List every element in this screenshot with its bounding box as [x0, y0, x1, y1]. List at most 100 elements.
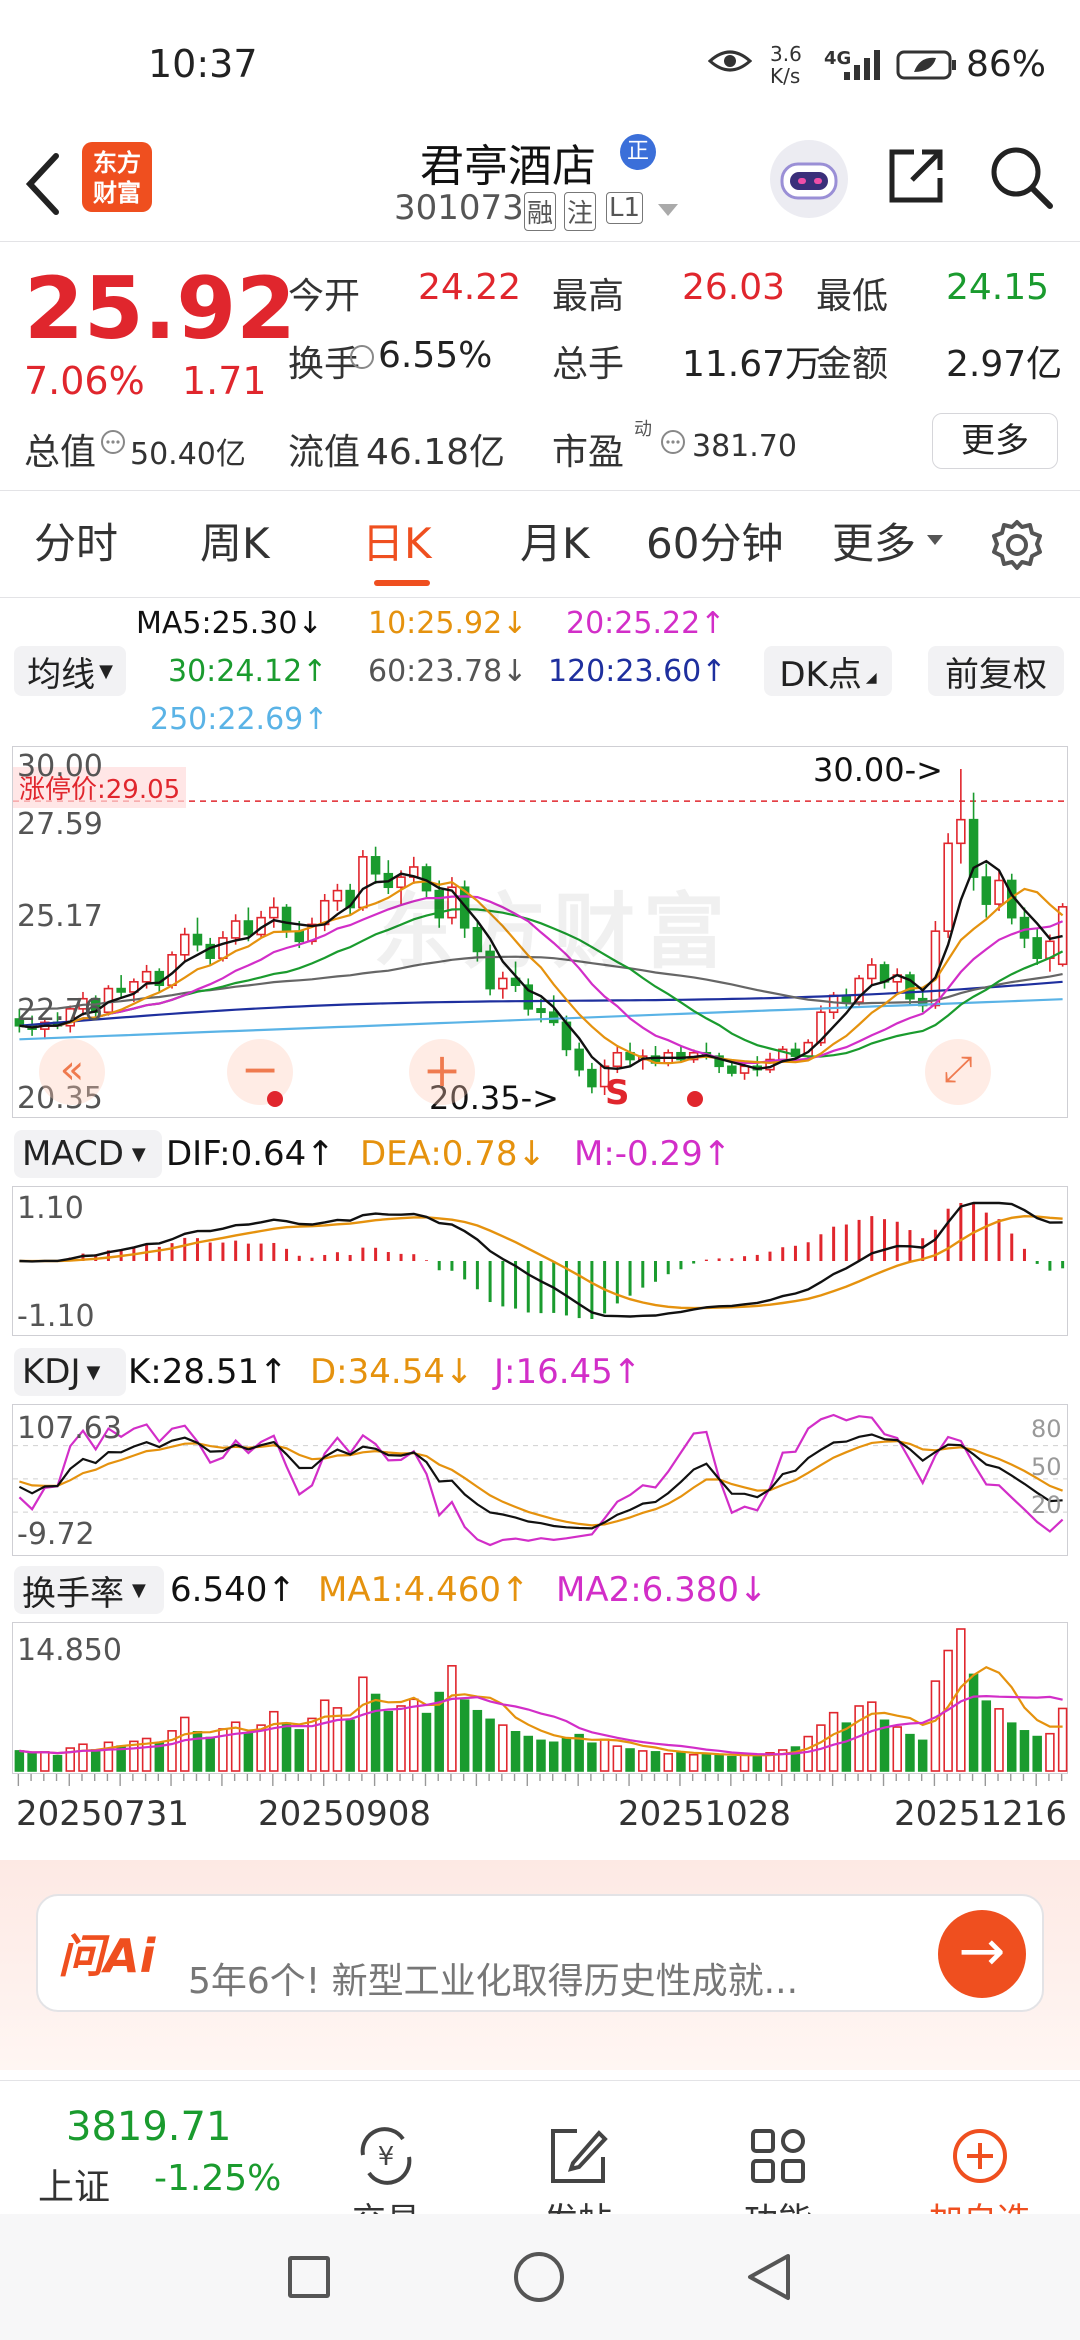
- gear-icon[interactable]: [990, 518, 1044, 572]
- quote-field-label: 金额: [816, 344, 889, 385]
- quote-field-value: 11.67万: [682, 344, 822, 385]
- ai-brand: 问Ai: [58, 1929, 156, 1983]
- candle-body: [230, 920, 241, 939]
- turnover-bar: [752, 1754, 763, 1772]
- info-icon[interactable]: [100, 429, 126, 455]
- candle-body: [358, 856, 368, 909]
- turnover-bar: [701, 1752, 712, 1772]
- ai-headline: 5年6个! 新型工业化取得历史性成就...: [188, 1961, 799, 2002]
- kdj-level-50: 50: [1031, 1453, 1062, 1481]
- eye-icon: [708, 50, 752, 72]
- back-arrow-icon[interactable]: [22, 152, 62, 216]
- turnover-bar: [1032, 1735, 1042, 1772]
- high-marker: 30.00->: [813, 751, 943, 789]
- turnover-bar: [536, 1739, 546, 1772]
- ai-section: 问Ai 5年6个! 新型工业化取得历史性成就... →: [0, 1860, 1080, 2070]
- index-value[interactable]: 3819.71: [66, 2104, 231, 2150]
- quote-field-value: 26.03: [682, 267, 786, 308]
- home-button[interactable]: [514, 2252, 564, 2302]
- turnover-bar: [510, 1730, 521, 1772]
- recent-apps-button[interactable]: [288, 2256, 330, 2298]
- corner-triangle-icon: ◢: [865, 670, 877, 686]
- dk-button[interactable]: DK点 ◢: [764, 646, 892, 696]
- turnover-bar: [676, 1752, 686, 1772]
- candle-body: [141, 970, 152, 983]
- tab-more[interactable]: 更多: [832, 510, 916, 571]
- tab-daily-k[interactable]: 日K: [362, 510, 432, 571]
- y-tick: 22.76: [17, 993, 103, 1028]
- turnover-bar: [650, 1751, 661, 1772]
- ma250-label: 250:22.69↑: [150, 702, 329, 737]
- kline-panel[interactable]: 东方财富 涨停价:29.05 30.00 27.59 25.17 22.76 2…: [12, 746, 1069, 1118]
- ai-banner[interactable]: 问Ai 5年6个! 新型工业化取得历史性成就... →: [36, 1894, 1044, 2012]
- tag-margin: 融: [524, 192, 557, 231]
- back-triangle-icon[interactable]: [744, 2252, 794, 2302]
- expand-icon[interactable]: ⤢: [925, 1039, 991, 1105]
- tab-60min[interactable]: 60分钟: [646, 510, 783, 571]
- kdj-chart: [13, 1413, 1069, 1547]
- tab-monthly-k[interactable]: 月K: [520, 510, 590, 571]
- search-icon[interactable]: [988, 144, 1054, 210]
- edit-icon: [551, 2129, 608, 2183]
- net-speed-value: 3.6: [770, 42, 802, 66]
- quote-field-label: 最低: [816, 276, 889, 317]
- float-value: 46.18亿: [366, 432, 506, 473]
- macd-selector-label: MACD: [22, 1134, 124, 1174]
- turnover-bar: [548, 1741, 559, 1772]
- candle-body: [192, 933, 203, 946]
- y-tick: 25.17: [17, 899, 103, 934]
- turnover-bar: [396, 1705, 406, 1772]
- tab-weekly-k[interactable]: 周K: [200, 510, 270, 571]
- macd-selector[interactable]: MACD ▼: [14, 1130, 162, 1178]
- candle-body: [243, 920, 254, 936]
- info-icon[interactable]: [660, 429, 686, 455]
- ma-selector-label: 均线: [27, 654, 96, 695]
- robot-avatar[interactable]: [770, 140, 848, 218]
- turnover-bar: [498, 1724, 508, 1772]
- candle-body: [294, 930, 305, 943]
- chevron-down-icon: ▼: [99, 660, 113, 682]
- kdj-panel[interactable]: 107.63 -9.72 80 50 20: [12, 1404, 1069, 1556]
- change-percent: 7.06%: [24, 359, 145, 403]
- fuquan-button[interactable]: 前复权: [928, 646, 1064, 696]
- index-change[interactable]: -1.25%: [154, 2158, 281, 2199]
- candle-body: [981, 876, 992, 905]
- logo-line-2: 财富: [93, 179, 141, 207]
- macd-panel[interactable]: 1.10 -1.10: [12, 1186, 1068, 1336]
- stock-code: 301073: [394, 188, 524, 228]
- date-label: 20250908: [258, 1794, 432, 1834]
- quote-field-value: 2.97亿: [946, 344, 1063, 385]
- chevron-down-icon[interactable]: [926, 534, 944, 546]
- turnover-bar: [459, 1699, 470, 1772]
- candle-body: [1019, 916, 1030, 939]
- turnover-panel[interactable]: 14.850: [12, 1622, 1068, 1774]
- quote-field-value: 6.55%: [378, 335, 493, 376]
- arrow-right-icon[interactable]: →: [938, 1910, 1026, 1998]
- date-label: 20250731: [16, 1794, 190, 1834]
- chevron-down-icon[interactable]: [656, 202, 680, 218]
- more-button[interactable]: 更多: [932, 413, 1058, 469]
- macd-y-top: 1.10: [17, 1191, 84, 1226]
- turnover-selector[interactable]: 换手率 ▼: [14, 1566, 164, 1614]
- candle-body: [281, 906, 292, 932]
- turnover-bar: [981, 1700, 992, 1772]
- tag-level: L1: [606, 192, 644, 224]
- ma-selector[interactable]: 均线 ▼: [14, 646, 126, 696]
- share-icon[interactable]: [884, 144, 948, 208]
- turnover-bar: [409, 1698, 419, 1772]
- candle-body: [180, 933, 190, 956]
- minus-icon[interactable]: −: [227, 1039, 293, 1105]
- plus-icon[interactable]: +: [409, 1039, 475, 1105]
- ma20-label: 20:25.22↑: [566, 606, 726, 641]
- tab-intraday[interactable]: 分时: [34, 510, 118, 571]
- date-label: 20251216: [894, 1794, 1068, 1834]
- turnover-selector-label: 换手率: [22, 1573, 124, 1614]
- double-chevron-left-icon[interactable]: «: [39, 1039, 105, 1105]
- kdj-selector[interactable]: KDJ ▼: [14, 1348, 126, 1396]
- info-icon[interactable]: [350, 345, 374, 369]
- turnover-bar: [574, 1733, 584, 1772]
- turnover-bar: [243, 1731, 254, 1772]
- index-name[interactable]: 上证: [38, 2158, 110, 2210]
- app-logo: 东方 财富: [82, 142, 152, 212]
- kdj-y-top: 107.63: [17, 1411, 122, 1446]
